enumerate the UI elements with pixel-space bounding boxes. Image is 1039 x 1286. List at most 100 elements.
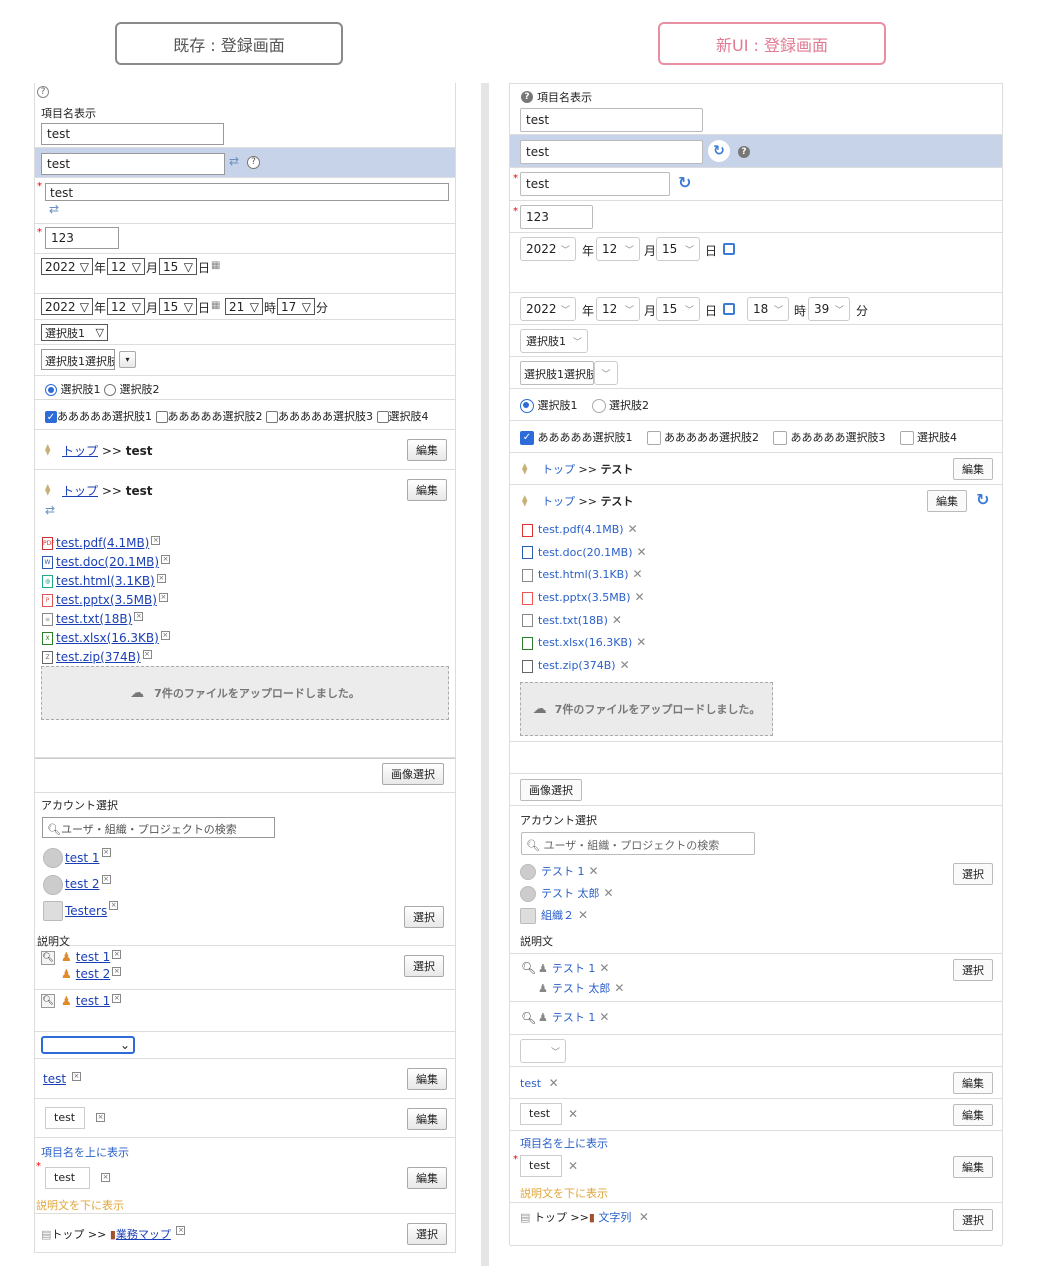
user-link[interactable]: test 1 [76, 950, 111, 964]
file-link[interactable]: test.html(3.1KB) [538, 568, 629, 581]
close-icon[interactable]: ✕ [636, 635, 646, 649]
calendar-icon[interactable] [723, 303, 735, 315]
file-link[interactable]: test.zip(374B) [538, 659, 616, 672]
close-icon[interactable]: ✕ [599, 1010, 609, 1024]
radio-option-1[interactable] [520, 399, 534, 413]
close-icon[interactable]: ✕ [639, 1210, 649, 1224]
file-link[interactable]: test.doc(20.1MB) [56, 555, 159, 569]
day-select[interactable]: 15 ▽ [159, 298, 197, 315]
close-icon[interactable]: × [71, 1072, 81, 1081]
edit-button[interactable]: 編集 [953, 1104, 993, 1126]
calendar-icon[interactable] [723, 243, 735, 255]
top-link[interactable]: トップ [62, 444, 98, 458]
close-icon[interactable]: × [156, 574, 166, 583]
radio-option-2[interactable] [104, 384, 116, 396]
checkbox-4[interactable] [899, 431, 914, 445]
file-link[interactable]: test.pptx(3.5MB) [56, 593, 157, 607]
close-icon[interactable]: × [101, 848, 111, 857]
user-link[interactable]: テスト 1 [552, 1011, 596, 1024]
close-icon[interactable]: ✕ [635, 590, 645, 604]
file-link[interactable]: test.xlsx(16.3KB) [56, 631, 159, 645]
account-link[interactable]: test 1 [65, 851, 100, 865]
close-icon[interactable]: ✕ [620, 658, 630, 672]
file-link[interactable]: test.pptx(3.5MB) [538, 591, 631, 604]
test-link[interactable]: test [43, 1072, 66, 1086]
file-link[interactable]: test.zip(374B) [56, 650, 141, 664]
calendar-icon[interactable]: ▦ [211, 300, 220, 311]
refresh-icon[interactable]: ↻ [976, 490, 989, 509]
close-icon[interactable]: × [112, 967, 122, 976]
image-select-button[interactable]: 画像選択 [382, 763, 444, 785]
close-icon[interactable]: × [161, 555, 171, 564]
year-select[interactable]: 2022 ﹀ [520, 237, 576, 261]
checkbox-2[interactable] [155, 411, 168, 423]
checkbox-3[interactable] [773, 431, 787, 445]
account-search-input[interactable]: 🔍︎ ユーザ・組織・プロジェクトの検索 [521, 832, 755, 855]
close-icon[interactable]: ✕ [614, 981, 624, 995]
image-select-button[interactable]: 画像選択 [520, 779, 582, 801]
text-input[interactable]: test [41, 123, 224, 145]
file-link[interactable]: test.pdf(4.1MB) [56, 536, 149, 550]
user-link[interactable]: テスト 太郎 [552, 982, 611, 995]
number-input[interactable]: 123 [520, 205, 593, 229]
close-icon[interactable]: × [101, 874, 111, 884]
month-select[interactable]: 12 ▽ [107, 298, 145, 315]
search-icon[interactable]: 🔍︎ [521, 961, 536, 975]
checkbox-2[interactable] [646, 431, 661, 445]
file-link[interactable]: test.pdf(4.1MB) [538, 523, 624, 536]
close-icon[interactable]: ✕ [604, 886, 614, 900]
close-icon[interactable]: × [151, 536, 161, 545]
month-select[interactable]: 12 ﹀ [596, 297, 640, 321]
edit-button[interactable]: 編集 [407, 479, 447, 501]
upload-dropzone[interactable]: ☁ 7件のファイルをアップロードしました。 [41, 666, 449, 720]
file-link[interactable]: test.doc(20.1MB) [538, 546, 633, 559]
top-link[interactable]: トップ [62, 484, 98, 498]
edit-button[interactable]: 編集 [953, 458, 993, 480]
close-icon[interactable]: ✕ [599, 961, 609, 975]
select-button[interactable]: 選択 [953, 1209, 993, 1231]
user-link[interactable]: test 2 [76, 967, 111, 981]
choice-select[interactable]: 選択肢1 ﹀ [520, 329, 588, 353]
month-select[interactable]: 12 ﹀ [596, 237, 640, 261]
close-icon[interactable]: ✕ [549, 1076, 559, 1090]
search-icon[interactable]: 🔍︎ [41, 951, 55, 965]
select-button[interactable]: 選択 [953, 863, 993, 885]
minute-select[interactable]: 39 ﹀ [808, 297, 850, 321]
account-link[interactable]: テスト 1 [541, 865, 585, 878]
top-link[interactable]: トップ [542, 495, 575, 508]
select-button[interactable]: 選択 [953, 959, 993, 981]
close-icon[interactable]: × [142, 650, 152, 659]
year-select[interactable]: 2022 ▽ [41, 258, 93, 275]
day-select[interactable]: 15 ▽ [159, 258, 197, 275]
close-icon[interactable]: ✕ [578, 908, 588, 922]
edit-button[interactable]: 編集 [407, 1167, 447, 1189]
close-icon[interactable]: × [112, 950, 122, 959]
select-button[interactable]: 選択 [404, 906, 444, 928]
close-icon[interactable]: × [176, 1226, 186, 1235]
close-icon[interactable]: ✕ [568, 1107, 578, 1121]
day-select[interactable]: 15 ﹀ [656, 237, 700, 261]
refresh-icon[interactable]: ↻ [708, 140, 730, 162]
help-icon[interactable]: ? [37, 86, 49, 98]
refresh-icon[interactable]: ⇄ [45, 503, 55, 517]
edit-button[interactable]: 編集 [407, 1068, 447, 1090]
edit-button[interactable]: 編集 [407, 1108, 447, 1130]
month-select[interactable]: 12 ▽ [107, 258, 145, 275]
checkbox-1[interactable]: ✓ [520, 431, 534, 445]
text-input-highlight[interactable]: test [41, 153, 225, 175]
checkbox-1[interactable]: ✓ [45, 411, 57, 423]
top-link[interactable]: トップ [542, 463, 575, 476]
year-select[interactable]: 2022 ﹀ [520, 297, 576, 321]
dropdown-button[interactable]: ﹀ [594, 361, 618, 385]
refresh-icon[interactable]: ⇄ [229, 154, 239, 168]
calendar-icon[interactable]: ▦ [211, 260, 220, 271]
account-link[interactable]: Testers [65, 904, 107, 918]
day-select[interactable]: 15 ﹀ [656, 297, 700, 321]
refresh-icon[interactable]: ↻ [678, 173, 691, 192]
help-icon[interactable]: ? [247, 156, 260, 169]
user-link[interactable]: test 1 [76, 994, 111, 1008]
edit-button[interactable]: 編集 [407, 439, 447, 461]
text-input-highlight[interactable]: test [520, 140, 703, 164]
close-icon[interactable]: ✕ [612, 613, 622, 627]
refresh-icon[interactable]: ⇄ [49, 202, 59, 216]
